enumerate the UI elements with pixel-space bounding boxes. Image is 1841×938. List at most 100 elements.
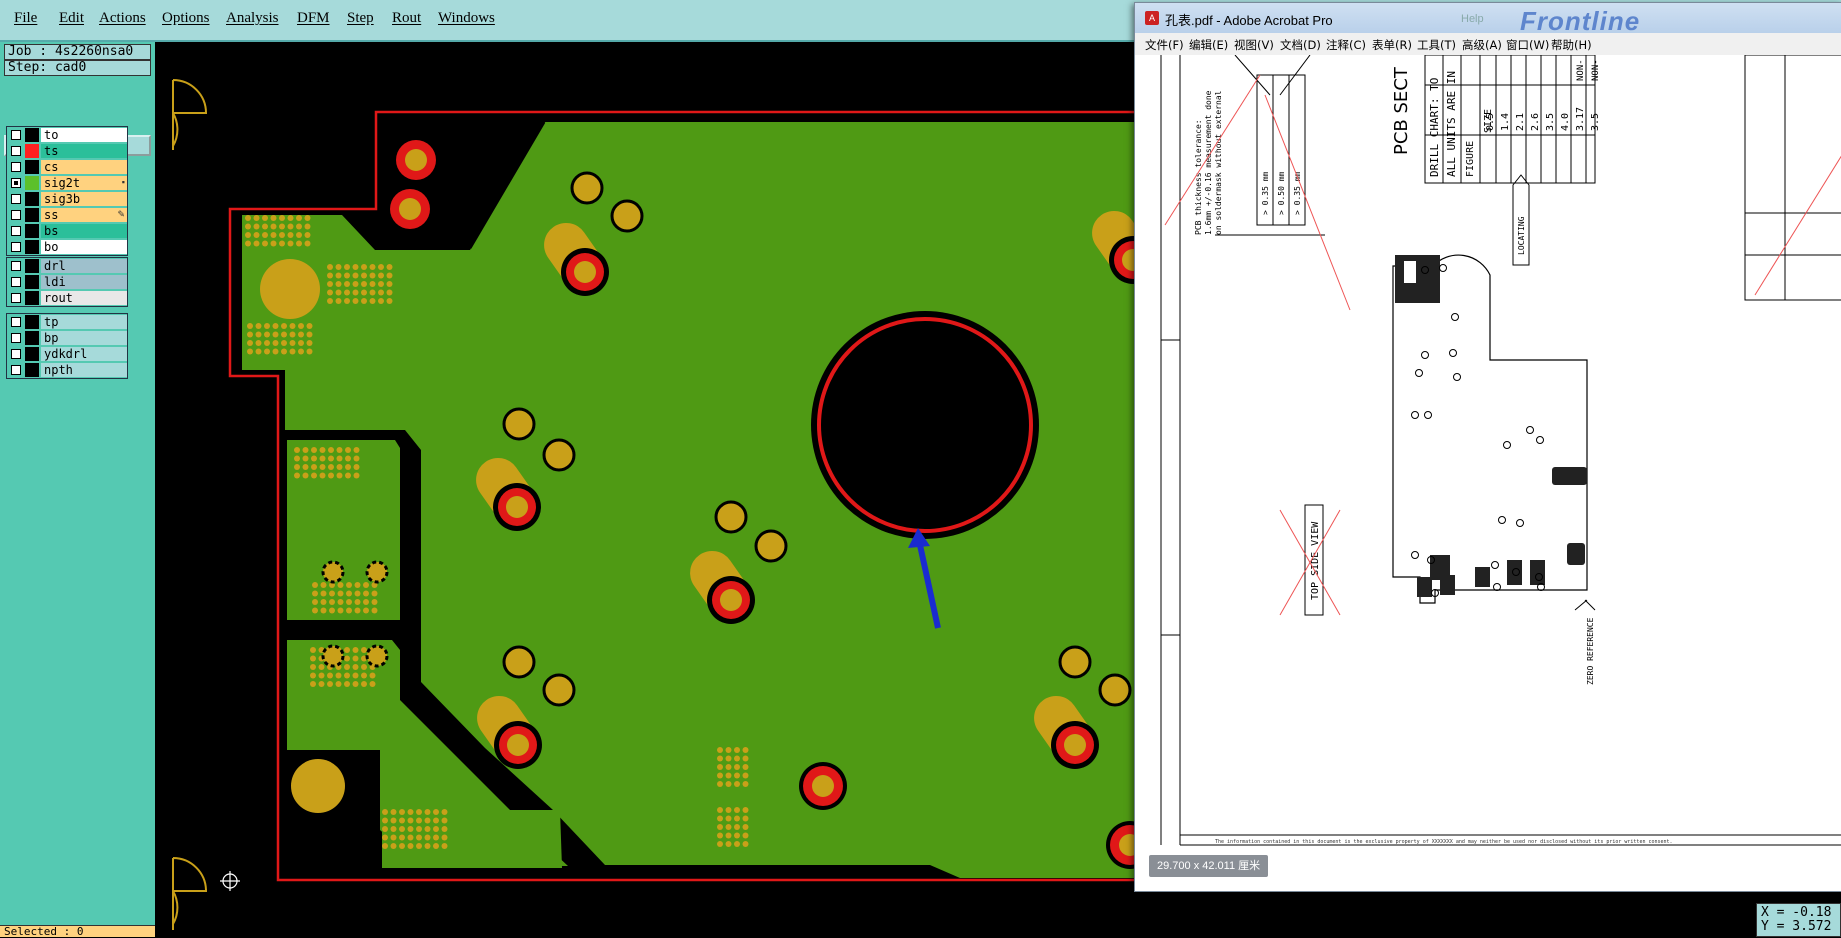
layer-color-swatch[interactable] — [25, 128, 39, 142]
menu-windows[interactable]: Windows — [438, 10, 495, 27]
smd-pad — [742, 755, 749, 762]
layer-color-swatch[interactable] — [25, 275, 39, 289]
layer-row-drl[interactable]: drl — [7, 258, 127, 274]
layer-checkbox[interactable] — [11, 210, 21, 220]
layer-row-rout[interactable]: rout — [7, 290, 127, 306]
layer-color-swatch[interactable] — [25, 259, 39, 273]
layer-color-swatch[interactable] — [25, 208, 39, 222]
menu-file[interactable]: File — [14, 10, 37, 27]
smd-pad — [329, 607, 335, 614]
smd-pad — [312, 607, 318, 614]
layer-row-bs[interactable]: bs — [7, 223, 127, 239]
layer-row-ldi[interactable]: ldi — [7, 274, 127, 290]
layer-color-swatch[interactable] — [25, 331, 39, 345]
layer-color-swatch[interactable] — [25, 224, 39, 238]
layer-color-swatch[interactable] — [25, 240, 39, 254]
layer-checkbox[interactable] — [11, 317, 21, 327]
layer-name[interactable]: sig3b — [41, 192, 127, 206]
layer-group: to ts cs sig2t ▪ sig3b ss ✎ bs bo — [6, 126, 128, 256]
layer-row-tp[interactable]: tp — [7, 314, 127, 330]
layer-name[interactable]: cs — [41, 160, 127, 174]
acrobat-menu-item[interactable]: 视图(V) — [1234, 37, 1274, 53]
menu-step[interactable]: Step — [347, 10, 374, 27]
acrobat-menu-item[interactable]: 高级(A) — [1462, 37, 1502, 53]
acrobat-menu-item[interactable]: 帮助(H) — [1551, 37, 1592, 53]
layer-row-bo[interactable]: bo — [7, 239, 127, 255]
layer-name[interactable]: ts — [41, 144, 127, 158]
layer-row-to[interactable]: to — [7, 127, 127, 143]
smd-pad — [344, 664, 350, 670]
layer-name[interactable]: to — [41, 128, 127, 142]
acrobat-menu-item[interactable]: 文档(D) — [1280, 37, 1321, 53]
smd-pad — [717, 807, 723, 813]
layer-name[interactable]: bs — [41, 224, 127, 238]
layer-name[interactable]: ss — [41, 208, 127, 222]
layer-checkbox[interactable] — [11, 365, 21, 375]
layer-color-swatch[interactable] — [25, 347, 39, 361]
layer-checkbox[interactable] — [11, 277, 21, 287]
menu-edit[interactable]: Edit — [59, 10, 84, 27]
smd-pad — [320, 607, 327, 614]
layer-name[interactable]: tp — [41, 315, 127, 329]
pdf-document-view[interactable]: SIZE 0.5 1.4 2.1 2.6 3.5 4.0 3.17 3.5 NON- NON- DR… — [1135, 54, 1841, 891]
layer-color-swatch[interactable] — [25, 315, 39, 329]
layer-checkbox[interactable] — [11, 242, 21, 252]
layer-mark-icon: ▪ — [121, 177, 125, 187]
layer-checkbox[interactable] — [11, 194, 21, 204]
layer-name[interactable]: ydkdrl — [41, 347, 127, 361]
layer-row-ts[interactable]: ts — [7, 143, 127, 159]
layer-name[interactable]: bo — [41, 240, 127, 254]
graphic-canvas[interactable] — [157, 42, 1157, 937]
smd-pad — [327, 272, 333, 279]
layer-checkbox[interactable] — [11, 349, 21, 359]
menu-options[interactable]: Options — [162, 10, 210, 27]
layer-group: tp bp ydkdrl npth — [6, 313, 128, 379]
smd-pad — [386, 272, 393, 279]
layer-row-cs[interactable]: cs — [7, 159, 127, 175]
layer-name[interactable]: bp — [41, 331, 127, 345]
layer-checkbox[interactable] — [11, 226, 21, 236]
smd-pad — [335, 272, 342, 279]
layer-checkbox[interactable] — [11, 293, 21, 303]
layer-name[interactable]: rout — [41, 291, 127, 305]
layer-name[interactable]: npth — [41, 363, 127, 377]
layer-color-swatch[interactable] — [25, 363, 39, 377]
acrobat-menu-item[interactable]: 注释(C) — [1326, 37, 1366, 53]
smd-pad — [279, 240, 285, 247]
acrobat-menu-item[interactable]: 表单(R) — [1372, 37, 1412, 53]
layer-row-ss[interactable]: ss ✎ — [7, 207, 127, 223]
layer-row-sig3b[interactable]: sig3b — [7, 191, 127, 207]
layer-row-bp[interactable]: bp — [7, 330, 127, 346]
acrobat-menu-item[interactable]: 窗口(W) — [1506, 37, 1549, 53]
layer-row-npth[interactable]: npth — [7, 362, 127, 378]
layer-checkbox[interactable] — [11, 162, 21, 172]
layer-name[interactable]: drl — [41, 259, 127, 273]
layer-checkbox[interactable] — [11, 261, 21, 271]
smd-pad — [270, 232, 277, 238]
layer-color-swatch[interactable] — [25, 160, 39, 174]
acrobat-menu-item[interactable]: 工具(T) — [1417, 37, 1456, 53]
acrobat-titlebar[interactable]: Help Frontline A 孔表.pdf - Adobe Acrobat … — [1135, 3, 1841, 36]
layer-row-sig2t[interactable]: sig2t ▪ — [7, 175, 127, 191]
layer-name[interactable]: ldi — [41, 275, 127, 289]
acrobat-menu-item[interactable]: 文件(F) — [1145, 37, 1184, 53]
layer-color-swatch[interactable] — [25, 144, 39, 158]
menu-rout[interactable]: Rout — [392, 10, 421, 27]
acrobat-window[interactable]: Help Frontline A 孔表.pdf - Adobe Acrobat … — [1134, 2, 1841, 892]
layer-color-swatch[interactable] — [25, 176, 39, 190]
layer-checkbox[interactable] — [11, 130, 21, 140]
menu-dfm[interactable]: DFM — [297, 10, 330, 27]
layer-name[interactable]: sig2t — [41, 176, 127, 190]
layer-checkbox[interactable] — [11, 146, 21, 156]
layer-checkbox[interactable] — [11, 178, 21, 188]
layer-row-ydkdrl[interactable]: ydkdrl — [7, 346, 127, 362]
smd-pad — [361, 264, 367, 270]
menu-actions[interactable]: Actions — [99, 10, 146, 27]
layer-color-swatch[interactable] — [25, 192, 39, 206]
smd-pad — [352, 672, 359, 679]
layer-color-swatch[interactable] — [25, 291, 39, 305]
drill-pad — [1064, 734, 1086, 756]
layer-checkbox[interactable] — [11, 333, 21, 343]
menu-analysis[interactable]: Analysis — [226, 10, 279, 27]
acrobat-menu-item[interactable]: 编辑(E) — [1189, 37, 1228, 53]
